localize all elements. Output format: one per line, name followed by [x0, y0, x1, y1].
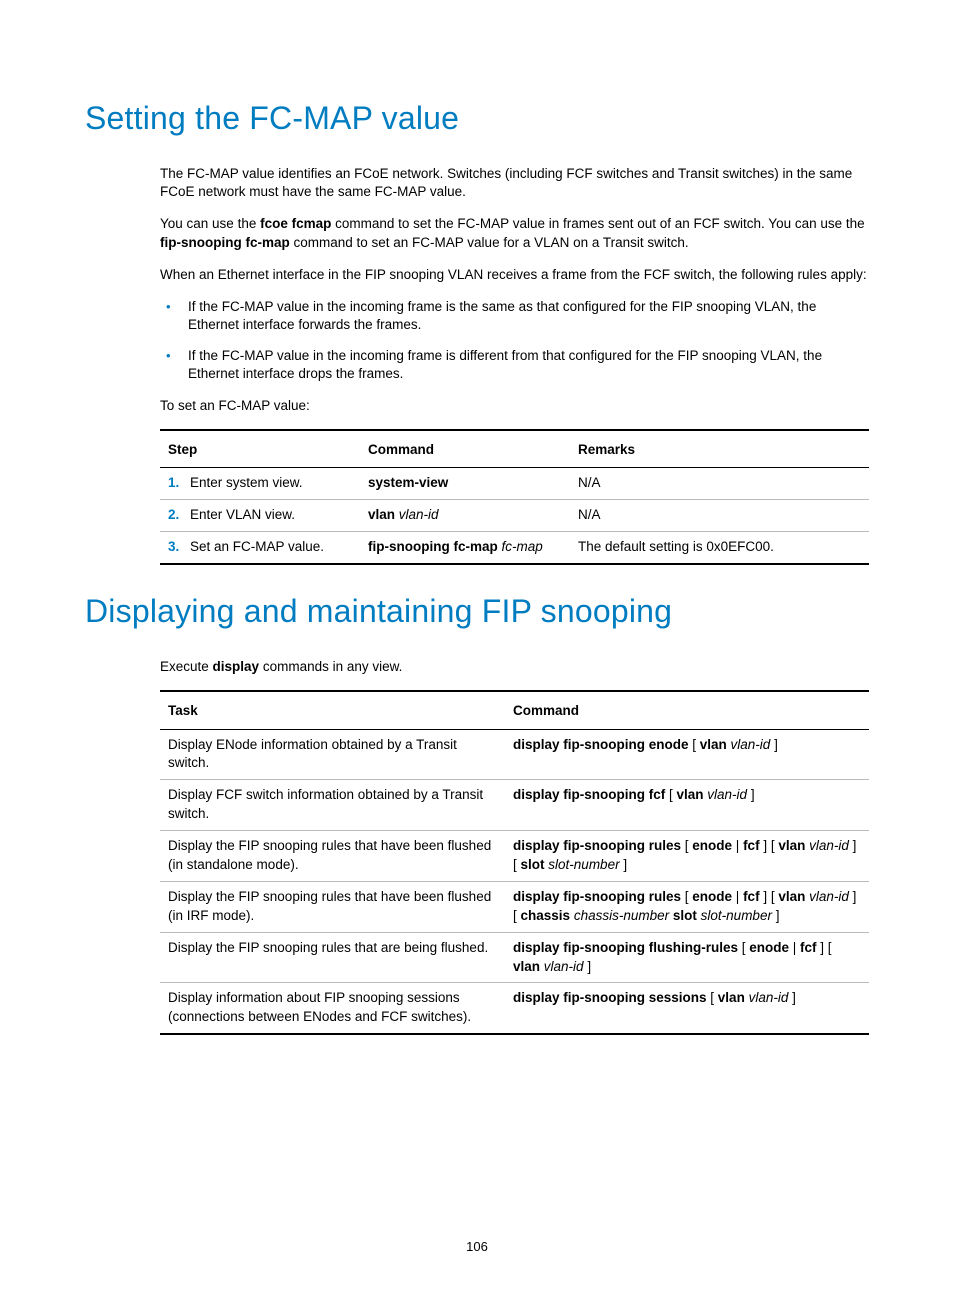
th-remarks: Remarks	[570, 430, 869, 468]
text: Execute	[160, 659, 213, 674]
cmd-inline: fcoe fcmap	[260, 216, 331, 231]
para: You can use the fcoe fcmap command to se…	[160, 215, 869, 251]
para: The FC-MAP value identifies an FCoE netw…	[160, 165, 869, 201]
remarks: N/A	[570, 500, 869, 532]
page-number: 106	[0, 1239, 954, 1254]
task-cmd: display fip-snooping rules [ enode | fcf…	[505, 831, 869, 882]
th-step: Step	[160, 430, 360, 468]
cmd-inline: display	[213, 659, 260, 674]
text: command to set the FC-MAP value in frame…	[331, 216, 864, 231]
para: To set an FC-MAP value:	[160, 397, 869, 415]
step-text: Set an FC-MAP value.	[190, 539, 324, 554]
task-text: Display the FIP snooping rules that are …	[160, 932, 505, 983]
text: commands in any view.	[259, 659, 402, 674]
table-row: Display the FIP snooping rules that are …	[160, 932, 869, 983]
task-text: Display the FIP snooping rules that have…	[160, 881, 505, 932]
cmd-inline: fip-snooping fc-map	[160, 235, 290, 250]
text: You can use the	[160, 216, 260, 231]
text: command to set an FC-MAP value for a VLA…	[290, 235, 689, 250]
step-text: Enter system view.	[190, 475, 303, 490]
th-task: Task	[160, 691, 505, 729]
task-cmd: display fip-snooping fcf [ vlan vlan-id …	[505, 780, 869, 831]
task-cmd: display fip-snooping flushing-rules [ en…	[505, 932, 869, 983]
table-row: 2.Enter VLAN view. vlan vlan-id N/A	[160, 500, 869, 532]
task-table: Task Command Display ENode information o…	[160, 690, 869, 1035]
th-command: Command	[505, 691, 869, 729]
th-command: Command	[360, 430, 570, 468]
table-row: Display the FIP snooping rules that have…	[160, 881, 869, 932]
remarks: N/A	[570, 468, 869, 500]
task-text: Display ENode information obtained by a …	[160, 729, 505, 780]
cmd-bold: vlan	[368, 507, 395, 522]
bullet-list: If the FC-MAP value in the incoming fram…	[160, 298, 869, 383]
para: When an Ethernet interface in the FIP sn…	[160, 266, 869, 284]
cmd-bold: system-view	[368, 475, 448, 490]
cmd-italic: fc-map	[498, 539, 543, 554]
cmd-italic: vlan-id	[395, 507, 439, 522]
table-row: Display ENode information obtained by a …	[160, 729, 869, 780]
step-text: Enter VLAN view.	[190, 507, 295, 522]
para: Execute display commands in any view.	[160, 658, 869, 676]
task-text: Display information about FIP snooping s…	[160, 983, 505, 1034]
remarks: The default setting is 0x0EFC00.	[570, 532, 869, 564]
heading-fc-map: Setting the FC-MAP value	[85, 100, 869, 137]
bullet-item: If the FC-MAP value in the incoming fram…	[160, 298, 869, 334]
heading-display-fip: Displaying and maintaining FIP snooping	[85, 593, 869, 630]
table-row: 3.Set an FC-MAP value. fip-snooping fc-m…	[160, 532, 869, 564]
task-text: Display the FIP snooping rules that have…	[160, 831, 505, 882]
table-row: Display information about FIP snooping s…	[160, 983, 869, 1034]
task-cmd: display fip-snooping sessions [ vlan vla…	[505, 983, 869, 1034]
table-row: 1.Enter system view. system-view N/A	[160, 468, 869, 500]
bullet-item: If the FC-MAP value in the incoming fram…	[160, 347, 869, 383]
task-text: Display FCF switch information obtained …	[160, 780, 505, 831]
step-number: 2.	[168, 506, 190, 525]
table-row: Display FCF switch information obtained …	[160, 780, 869, 831]
step-table: Step Command Remarks 1.Enter system view…	[160, 429, 869, 565]
cmd-bold: fip-snooping fc-map	[368, 539, 498, 554]
step-number: 3.	[168, 538, 190, 557]
step-number: 1.	[168, 474, 190, 493]
task-cmd: display fip-snooping rules [ enode | fcf…	[505, 881, 869, 932]
task-cmd: display fip-snooping enode [ vlan vlan-i…	[505, 729, 869, 780]
table-row: Display the FIP snooping rules that have…	[160, 831, 869, 882]
